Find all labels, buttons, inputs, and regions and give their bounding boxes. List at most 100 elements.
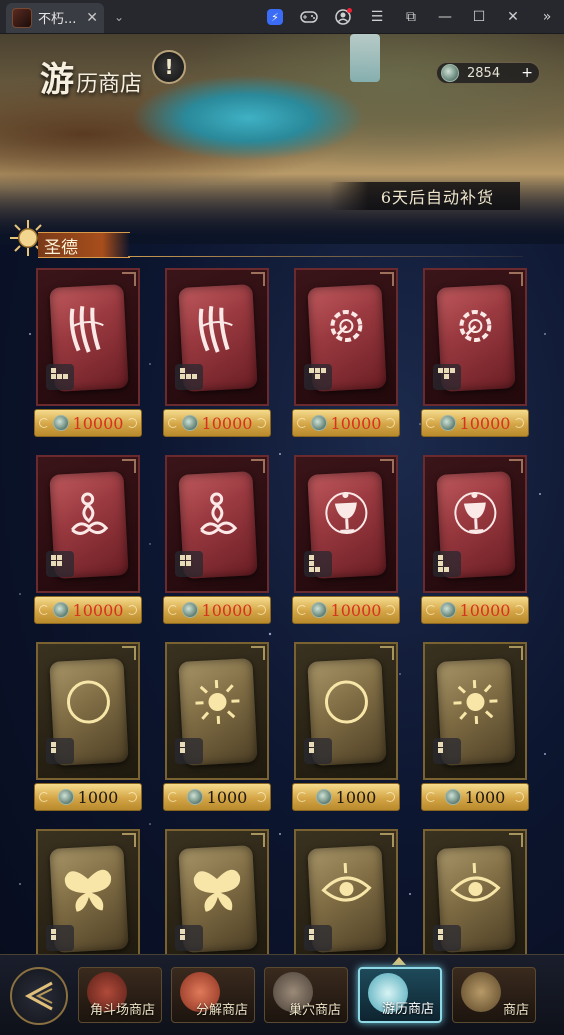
shape-indicator-icon — [175, 551, 203, 577]
app-logo-icon — [12, 7, 32, 28]
price-tag[interactable]: 10000 — [34, 409, 142, 437]
price-value: 10000 — [72, 413, 124, 433]
add-currency-button[interactable]: + — [521, 65, 533, 81]
card-corner-ornament — [380, 272, 394, 286]
minimize-icon[interactable]: — — [428, 0, 462, 34]
shape-indicator-icon — [175, 925, 203, 951]
rune-card[interactable] — [423, 268, 527, 406]
rune-card[interactable] — [165, 455, 269, 593]
price-tag[interactable]: 1000 — [34, 783, 142, 811]
price-tag[interactable]: 10000 — [34, 596, 142, 624]
price-tag[interactable]: 10000 — [163, 596, 271, 624]
card-corner-ornament — [122, 646, 136, 660]
price-value: 10000 — [201, 600, 253, 620]
travel-coin-icon — [310, 602, 327, 618]
game-viewport: 游 历商店 ! 2854 + 6天后自动补货 圣德 10000 10000 1000… — [0, 34, 564, 1035]
travel-coin-icon — [315, 789, 332, 805]
rune-card[interactable] — [423, 829, 527, 967]
price-value: 10000 — [201, 413, 253, 433]
price-value: 1000 — [77, 787, 119, 807]
sun-rune-icon — [195, 679, 240, 725]
card-corner-ornament — [509, 272, 523, 286]
travel-coin-icon — [439, 415, 456, 431]
card-corner-ornament — [251, 459, 265, 473]
rune-card[interactable] — [36, 642, 140, 780]
rune-card[interactable] — [294, 642, 398, 780]
rune-card[interactable] — [36, 268, 140, 406]
price-tag[interactable]: 1000 — [163, 783, 271, 811]
shape-indicator-icon — [304, 551, 332, 577]
card-corner-ornament — [122, 272, 136, 286]
price-value: 10000 — [330, 600, 382, 620]
price-tag[interactable]: 10000 — [421, 596, 529, 624]
rune-card[interactable] — [294, 455, 398, 593]
nav-tab-label: 角斗场商店 — [89, 1003, 155, 1018]
restock-text: 6天后自动补货 — [380, 188, 494, 207]
price-tag[interactable]: 1000 — [292, 783, 400, 811]
page-title-first-char: 游 — [40, 60, 74, 100]
shape-indicator-icon — [433, 364, 461, 390]
rune-card[interactable] — [165, 829, 269, 967]
card-corner-ornament — [122, 833, 136, 847]
window-titlebar: 不朽... ✕ ⌄ ⚡ ☰ ⧉ — ☐ ✕ » — [0, 0, 564, 34]
travel-coin-icon — [181, 602, 198, 618]
rune-card[interactable] — [36, 829, 140, 967]
boost-icon[interactable]: ⚡ — [258, 0, 292, 34]
shape-indicator-icon — [175, 738, 203, 764]
gamepad-icon[interactable] — [292, 0, 326, 34]
currency-display: 2854 + — [436, 62, 540, 84]
chalice-rune-icon — [325, 492, 368, 535]
shop-nav-bar: 角斗场商店 分解商店 巢穴商店 游历商店 商店 — [0, 954, 564, 1035]
shape-indicator-icon — [304, 738, 332, 764]
card-corner-ornament — [509, 459, 523, 473]
shape-indicator-icon — [46, 551, 74, 577]
app-tab[interactable]: 不朽... ✕ — [6, 2, 104, 33]
price-tag[interactable]: 1000 — [421, 783, 529, 811]
price-value: 10000 — [459, 413, 511, 433]
card-corner-ornament — [251, 833, 265, 847]
user-icon[interactable] — [326, 0, 360, 34]
notification-dot — [347, 8, 352, 13]
nav-tab[interactable]: 角斗场商店 — [78, 967, 162, 1023]
info-button[interactable]: ! — [152, 50, 186, 84]
rune-card[interactable] — [423, 455, 527, 593]
butterfly-rune-icon — [64, 869, 112, 912]
rune-card[interactable] — [294, 829, 398, 967]
nav-tab-label: 巢穴商店 — [288, 1003, 341, 1018]
back-arrow-icon — [24, 981, 53, 1011]
tab-close-icon[interactable]: ✕ — [86, 10, 98, 26]
back-button[interactable] — [10, 967, 68, 1025]
price-tag[interactable]: 10000 — [163, 409, 271, 437]
nav-tab[interactable]: 巢穴商店 — [264, 967, 348, 1023]
meditate-rune-icon — [71, 492, 109, 535]
sidebar-toggle-icon[interactable]: » — [530, 0, 564, 34]
travel-coin-icon — [310, 415, 327, 431]
nav-tab[interactable]: 商店 — [452, 967, 536, 1023]
price-tag[interactable]: 10000 — [421, 409, 529, 437]
price-tag[interactable]: 10000 — [292, 409, 400, 437]
card-corner-ornament — [509, 833, 523, 847]
rune-card[interactable] — [294, 268, 398, 406]
close-icon[interactable]: ✕ — [496, 0, 530, 34]
nav-tab[interactable]: 游历商店 — [358, 967, 442, 1023]
rune-card[interactable] — [165, 268, 269, 406]
claw-rune-icon — [198, 306, 233, 353]
rune-card[interactable] — [165, 642, 269, 780]
shape-indicator-icon — [46, 738, 74, 764]
maximize-icon[interactable]: ☐ — [462, 0, 496, 34]
moon-rune-icon — [323, 680, 368, 724]
cog-rune-icon — [330, 310, 363, 343]
rune-card[interactable] — [36, 455, 140, 593]
card-corner-ornament — [380, 646, 394, 660]
rune-card[interactable] — [423, 642, 527, 780]
popout-icon[interactable]: ⧉ — [394, 0, 428, 34]
nav-tab[interactable]: 分解商店 — [171, 967, 255, 1023]
cog-rune-icon — [459, 310, 492, 343]
card-corner-ornament — [380, 459, 394, 473]
tab-dropdown-icon[interactable]: ⌄ — [114, 10, 124, 24]
menu-icon[interactable]: ☰ — [360, 0, 394, 34]
card-corner-ornament — [122, 459, 136, 473]
price-tag[interactable]: 10000 — [292, 596, 400, 624]
card-corner-ornament — [509, 646, 523, 660]
travel-coin-icon — [181, 415, 198, 431]
